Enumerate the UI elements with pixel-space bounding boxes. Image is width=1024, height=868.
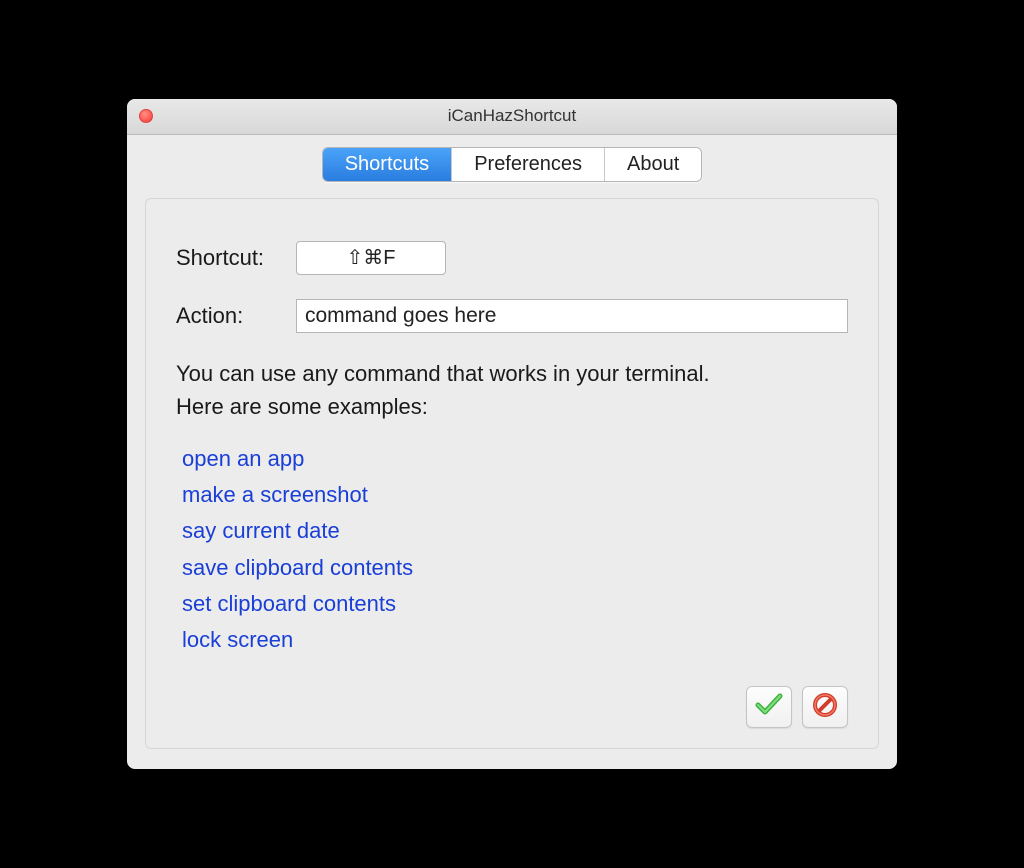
tab-about[interactable]: About (605, 148, 701, 181)
panel: Shortcut: ⇧⌘F Action: You can use any co… (145, 198, 879, 750)
action-row: Action: (176, 299, 848, 333)
traffic-lights (139, 109, 153, 123)
buttons-row (176, 686, 848, 728)
help-text: You can use any command that works in yo… (176, 357, 848, 423)
example-link[interactable]: set clipboard contents (182, 591, 396, 616)
action-label: Action: (176, 303, 296, 329)
examples-list: open an app make a screenshot say curren… (182, 441, 848, 659)
close-button[interactable] (139, 109, 153, 123)
checkmark-icon (755, 692, 783, 723)
titlebar: iCanHazShortcut (127, 99, 897, 135)
shortcut-label: Shortcut: (176, 245, 296, 271)
tabs-row: Shortcuts Preferences About (127, 135, 897, 182)
example-link[interactable]: say current date (182, 518, 340, 543)
example-link[interactable]: open an app (182, 446, 304, 471)
shortcut-row: Shortcut: ⇧⌘F (176, 241, 848, 275)
tab-preferences[interactable]: Preferences (452, 148, 605, 181)
tabs: Shortcuts Preferences About (322, 147, 703, 182)
example-link[interactable]: lock screen (182, 627, 293, 652)
cancel-button[interactable] (802, 686, 848, 728)
example-link[interactable]: save clipboard contents (182, 555, 413, 580)
tab-shortcuts[interactable]: Shortcuts (323, 148, 452, 181)
shortcut-input[interactable]: ⇧⌘F (296, 241, 446, 275)
example-link[interactable]: make a screenshot (182, 482, 368, 507)
ok-button[interactable] (746, 686, 792, 728)
window: iCanHazShortcut Shortcuts Preferences Ab… (127, 99, 897, 770)
help-line2: Here are some examples: (176, 394, 428, 419)
prohibited-icon (811, 691, 839, 724)
window-title: iCanHazShortcut (127, 106, 897, 126)
help-line1: You can use any command that works in yo… (176, 361, 710, 386)
action-input[interactable] (296, 299, 848, 333)
